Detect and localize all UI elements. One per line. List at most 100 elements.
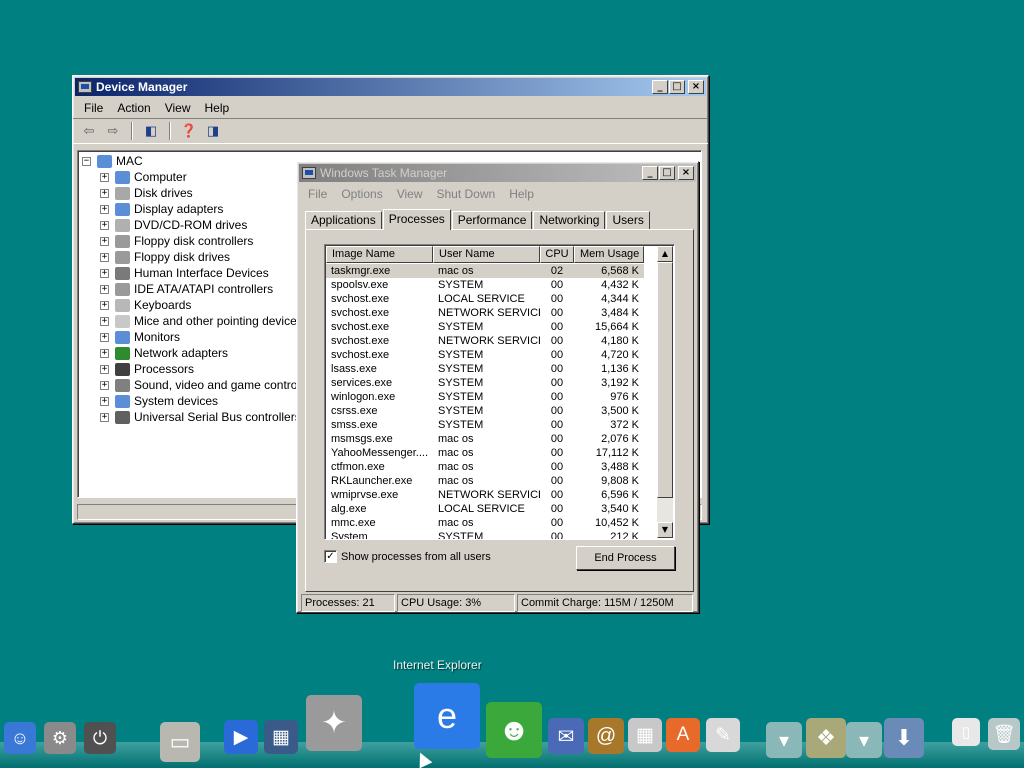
documents-stack-icon[interactable]: ▾ <box>846 722 882 758</box>
process-row[interactable]: alg.exe LOCAL SERVICE 00 3,540 K <box>326 502 644 516</box>
properties-icon[interactable]: ◨ <box>203 122 223 140</box>
mail-icon[interactable]: ✉ <box>548 718 584 754</box>
process-row[interactable]: YahooMessenger.... mac os 00 17,112 K <box>326 446 644 460</box>
tree-item[interactable]: + DVD/CD-ROM drives <box>100 217 247 233</box>
tree-item[interactable]: + Monitors <box>100 329 180 345</box>
column-user-name[interactable]: User Name <box>433 246 540 263</box>
textedit-icon[interactable]: ✎ <box>706 718 740 752</box>
calculator-icon[interactable]: ▦ <box>628 718 662 752</box>
close-button[interactable]: × <box>688 80 704 94</box>
process-row[interactable]: winlogon.exe SYSTEM 00 976 K <box>326 390 644 404</box>
minimize-button[interactable]: _ <box>652 80 668 94</box>
tab-applications[interactable]: Applications <box>305 211 382 230</box>
process-row[interactable]: spoolsv.exe SYSTEM 00 4,432 K <box>326 278 644 292</box>
tab-users[interactable]: Users <box>606 211 650 230</box>
tab-networking[interactable]: Networking <box>533 211 606 230</box>
menu-file[interactable]: File <box>301 187 334 201</box>
drive-icon[interactable]: ▭ <box>160 722 200 762</box>
finder-icon[interactable]: ☺ <box>4 722 36 754</box>
expand-icon[interactable]: + <box>100 364 109 374</box>
process-row[interactable]: smss.exe SYSTEM 00 372 K <box>326 418 644 432</box>
tree-item[interactable]: + Keyboards <box>100 297 191 313</box>
show-all-checkbox[interactable]: ✓ <box>324 550 337 563</box>
applications-stack-icon[interactable]: ❖ <box>806 718 846 758</box>
expand-icon[interactable]: + <box>100 284 109 294</box>
tree-item[interactable]: + Floppy disk controllers <box>100 233 253 249</box>
collapse-icon[interactable]: − <box>82 156 91 166</box>
process-list[interactable]: Image Name User Name CPU Mem Usage taskm… <box>324 244 675 540</box>
media-player-icon[interactable]: ▶ <box>224 720 258 754</box>
expand-icon[interactable]: + <box>100 316 109 326</box>
process-row[interactable]: msmsgs.exe mac os 00 2,076 K <box>326 432 644 446</box>
expand-icon[interactable]: + <box>100 268 109 278</box>
minimize-button[interactable]: _ <box>642 166 658 180</box>
process-row[interactable]: services.exe SYSTEM 00 3,192 K <box>326 376 644 390</box>
movie-icon[interactable]: ▦ <box>264 720 298 754</box>
process-row[interactable]: wmiprvse.exe NETWORK SERVICE 00 6,596 K <box>326 488 644 502</box>
process-row[interactable]: lsass.exe SYSTEM 00 1,136 K <box>326 362 644 376</box>
tree-item[interactable]: + Human Interface Devices <box>100 265 269 281</box>
expand-icon[interactable]: + <box>100 252 109 262</box>
properties-help-icon[interactable]: ❓ <box>179 122 199 140</box>
expand-icon[interactable]: + <box>100 204 109 214</box>
tree-item[interactable]: + Display adapters <box>100 201 223 217</box>
menu-action[interactable]: Action <box>110 101 157 115</box>
power-icon[interactable]: ⏻ <box>84 722 116 754</box>
menu-options[interactable]: Options <box>334 187 389 201</box>
system-preferences-icon[interactable]: ⚙ <box>44 722 76 754</box>
tree-item[interactable]: + Sound, video and game controller <box>100 377 313 393</box>
expand-icon[interactable]: + <box>100 220 109 230</box>
process-row[interactable]: svchost.exe NETWORK SERVICE 00 4,180 K <box>326 334 644 348</box>
tree-item[interactable]: + Computer <box>100 169 187 185</box>
process-row[interactable]: RKLauncher.exe mac os 00 9,808 K <box>326 474 644 488</box>
process-row[interactable]: ctfmon.exe mac os 00 3,488 K <box>326 460 644 474</box>
tree-item[interactable]: + Network adapters <box>100 345 228 361</box>
expand-icon[interactable]: + <box>100 348 109 358</box>
tree-item[interactable]: + Floppy disk drives <box>100 249 230 265</box>
maximize-button[interactable]: □ <box>659 166 675 180</box>
tree-item[interactable]: + Mice and other pointing devices <box>100 313 303 329</box>
back-arrow-icon[interactable]: ⇦ <box>79 122 99 140</box>
expand-icon[interactable]: + <box>100 412 109 422</box>
expand-icon[interactable]: + <box>100 380 109 390</box>
process-row[interactable]: System SYSTEM 00 212 K <box>326 530 644 539</box>
expand-icon[interactable]: + <box>100 300 109 310</box>
scroll-up-icon[interactable]: ▲ <box>657 246 673 262</box>
scroll-thumb[interactable] <box>657 262 673 498</box>
show-all-processes-option[interactable]: ✓ Show processes from all users <box>324 550 491 563</box>
menu-help[interactable]: Help <box>502 187 541 201</box>
menu-view[interactable]: View <box>158 101 198 115</box>
tree-item[interactable]: + System devices <box>100 393 218 409</box>
downloads-stack-icon[interactable]: ▾ <box>766 722 802 758</box>
tree-root[interactable]: − MAC <box>82 153 143 169</box>
end-process-button[interactable]: End Process <box>576 546 675 570</box>
preview-icon[interactable]: ▯ <box>952 718 980 746</box>
menu-view[interactable]: View <box>390 187 430 201</box>
process-row[interactable]: svchost.exe NETWORK SERVICE 00 3,484 K <box>326 306 644 320</box>
process-row[interactable]: svchost.exe LOCAL SERVICE 00 4,344 K <box>326 292 644 306</box>
install-icon[interactable]: ⬇ <box>884 718 924 758</box>
tree-item[interactable]: + Processors <box>100 361 194 377</box>
expand-icon[interactable]: + <box>100 332 109 342</box>
process-row[interactable]: csrss.exe SYSTEM 00 3,500 K <box>326 404 644 418</box>
expand-icon[interactable]: + <box>100 188 109 198</box>
column-image-name[interactable]: Image Name <box>326 246 433 263</box>
device-manager-titlebar[interactable]: Device Manager _ □ × <box>75 78 706 96</box>
close-button[interactable]: × <box>678 166 694 180</box>
show-hide-tree-icon[interactable]: ◧ <box>141 122 161 140</box>
process-row[interactable]: taskmgr.exe mac os 02 6,568 K <box>326 264 644 278</box>
process-row[interactable]: svchost.exe SYSTEM 00 15,664 K <box>326 320 644 334</box>
tree-item[interactable]: + Disk drives <box>100 185 193 201</box>
vertical-scrollbar[interactable]: ▲ ▼ <box>657 246 673 538</box>
scroll-down-icon[interactable]: ▼ <box>657 522 673 538</box>
tab-performance[interactable]: Performance <box>451 211 533 230</box>
process-row[interactable]: svchost.exe SYSTEM 00 4,720 K <box>326 348 644 362</box>
expand-icon[interactable]: + <box>100 396 109 406</box>
address-book-icon[interactable]: @ <box>588 718 624 754</box>
column-mem-usage[interactable]: Mem Usage <box>574 246 644 263</box>
tools-icon[interactable]: ✦ <box>306 695 362 751</box>
task-manager-titlebar[interactable]: Windows Task Manager _ □ × <box>299 164 696 182</box>
column-cpu[interactable]: CPU <box>540 246 574 263</box>
app-store-icon[interactable]: A <box>666 718 700 752</box>
expand-icon[interactable]: + <box>100 236 109 246</box>
